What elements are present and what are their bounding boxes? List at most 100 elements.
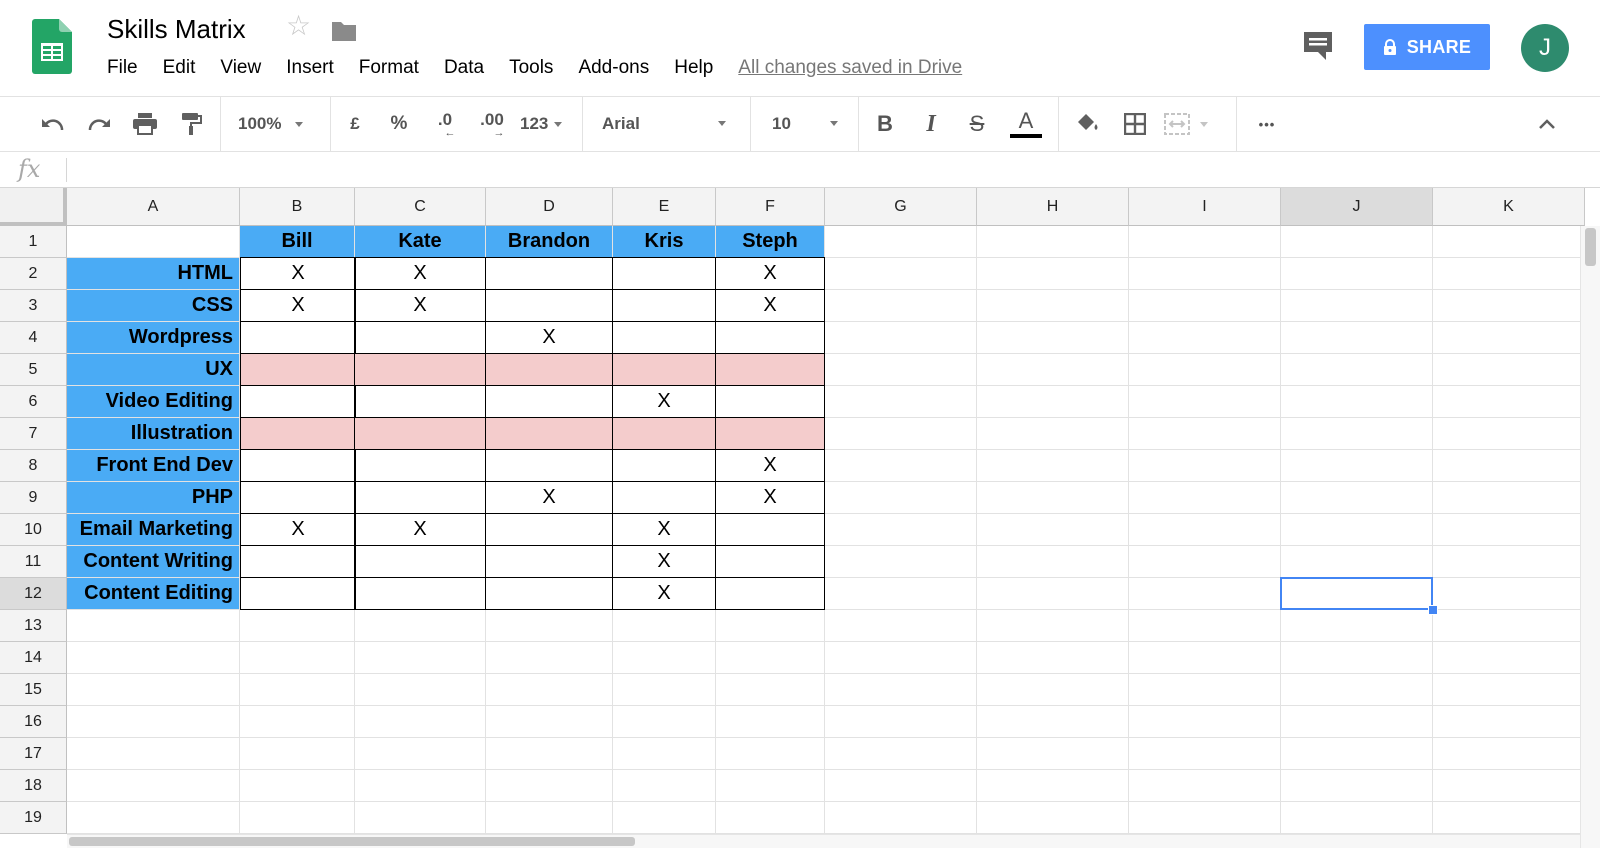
skill-mark-cell[interactable] <box>485 449 613 482</box>
print-icon[interactable] <box>128 97 162 151</box>
select-all-corner[interactable] <box>0 188 67 226</box>
skill-mark-cell[interactable]: X <box>240 513 356 546</box>
menu-file[interactable]: File <box>107 57 138 79</box>
skill-mark-cell[interactable] <box>485 577 613 610</box>
person-header-cell[interactable]: Kate <box>355 226 486 258</box>
skill-mark-cell[interactable]: X <box>715 481 825 514</box>
folder-icon[interactable] <box>331 20 357 42</box>
column-header-d[interactable]: D <box>486 188 613 226</box>
row-header-15[interactable]: 15 <box>0 674 67 706</box>
skill-mark-cell[interactable]: X <box>354 257 486 290</box>
share-button[interactable]: SHARE <box>1364 24 1490 70</box>
skill-label-cell[interactable]: Front End Dev <box>67 450 240 482</box>
text-color-button[interactable]: A <box>1008 97 1044 151</box>
skill-mark-cell[interactable] <box>240 577 356 610</box>
skill-mark-cell[interactable]: X <box>715 449 825 482</box>
undo-icon[interactable] <box>36 97 70 151</box>
vertical-scrollbar[interactable] <box>1580 226 1600 848</box>
skill-label-cell[interactable]: UX <box>67 354 240 386</box>
account-avatar[interactable]: J <box>1521 24 1569 72</box>
more-formats-select[interactable]: 123 <box>520 97 572 151</box>
strikethrough-button[interactable]: S <box>962 97 992 151</box>
row-header-17[interactable]: 17 <box>0 738 67 770</box>
skill-mark-cell[interactable]: X <box>612 513 716 546</box>
skill-label-cell[interactable]: Wordpress <box>67 322 240 354</box>
menu-help[interactable]: Help <box>674 57 713 79</box>
skill-mark-cell[interactable] <box>240 545 356 578</box>
column-header-c[interactable]: C <box>355 188 486 226</box>
more-tools-button[interactable]: ••• <box>1250 97 1284 151</box>
skill-mark-cell[interactable] <box>354 321 486 354</box>
skill-mark-cell[interactable] <box>354 417 486 450</box>
skill-mark-cell[interactable] <box>715 321 825 354</box>
skill-mark-cell[interactable]: X <box>485 481 613 514</box>
skill-mark-cell[interactable]: X <box>612 385 716 418</box>
row-header-9[interactable]: 9 <box>0 482 67 514</box>
row-header-3[interactable]: 3 <box>0 290 67 322</box>
menu-add-ons[interactable]: Add-ons <box>578 57 649 79</box>
skill-label-cell[interactable]: CSS <box>67 290 240 322</box>
row-header-8[interactable]: 8 <box>0 450 67 482</box>
currency-format-button[interactable]: £ <box>340 97 370 151</box>
menu-format[interactable]: Format <box>359 57 419 79</box>
skill-mark-cell[interactable] <box>354 353 486 386</box>
person-header-cell[interactable]: Brandon <box>486 226 613 258</box>
row-header-11[interactable]: 11 <box>0 546 67 578</box>
skill-mark-cell[interactable] <box>240 385 356 418</box>
column-header-i[interactable]: I <box>1129 188 1281 226</box>
skill-mark-cell[interactable] <box>485 513 613 546</box>
italic-button[interactable]: I <box>916 97 946 151</box>
person-header-cell[interactable]: Bill <box>240 226 355 258</box>
menu-tools[interactable]: Tools <box>509 57 553 79</box>
document-title[interactable]: Skills Matrix <box>107 14 246 45</box>
skill-mark-cell[interactable]: X <box>715 257 825 290</box>
row-header-10[interactable]: 10 <box>0 514 67 546</box>
decrease-decimal-button[interactable]: .0 ← <box>430 97 460 151</box>
skill-label-cell[interactable]: Email Marketing <box>67 514 240 546</box>
skill-mark-cell[interactable] <box>715 353 825 386</box>
column-header-a[interactable]: A <box>67 188 240 226</box>
skill-label-cell[interactable]: Illustration <box>67 418 240 450</box>
bold-button[interactable]: B <box>870 97 900 151</box>
skill-mark-cell[interactable] <box>485 417 613 450</box>
vertical-scroll-thumb[interactable] <box>1585 228 1596 266</box>
skill-mark-cell[interactable] <box>485 385 613 418</box>
skill-mark-cell[interactable] <box>612 481 716 514</box>
borders-icon[interactable] <box>1118 97 1152 151</box>
column-header-e[interactable]: E <box>613 188 716 226</box>
row-header-13[interactable]: 13 <box>0 610 67 642</box>
skill-mark-cell[interactable] <box>715 417 825 450</box>
comments-icon[interactable] <box>1302 30 1334 62</box>
menu-view[interactable]: View <box>220 57 261 79</box>
skill-mark-cell[interactable] <box>240 321 356 354</box>
zoom-select[interactable]: 100% <box>238 97 318 151</box>
skill-label-cell[interactable]: Video Editing <box>67 386 240 418</box>
font-size-select[interactable]: 10 <box>772 97 844 151</box>
collapse-chevron-icon[interactable] <box>1530 97 1564 151</box>
font-family-select[interactable]: Arial <box>602 97 732 151</box>
skill-mark-cell[interactable] <box>354 481 486 514</box>
increase-decimal-button[interactable]: .00 → <box>474 97 510 151</box>
row-header-1[interactable]: 1 <box>0 226 67 258</box>
skill-mark-cell[interactable] <box>612 257 716 290</box>
column-header-f[interactable]: F <box>716 188 825 226</box>
fill-handle[interactable] <box>1428 605 1438 615</box>
skill-mark-cell[interactable] <box>715 545 825 578</box>
horizontal-scrollbar[interactable] <box>67 834 1580 848</box>
skill-mark-cell[interactable] <box>715 385 825 418</box>
formula-input[interactable] <box>76 152 1576 186</box>
skill-mark-cell[interactable]: X <box>240 289 356 322</box>
star-icon[interactable]: ☆ <box>286 12 311 40</box>
person-header-cell[interactable]: Kris <box>613 226 716 258</box>
save-status-link[interactable]: All changes saved in Drive <box>738 57 962 79</box>
sheets-logo-icon[interactable] <box>32 19 72 74</box>
row-header-19[interactable]: 19 <box>0 802 67 834</box>
skill-mark-cell[interactable]: X <box>612 545 716 578</box>
skill-mark-cell[interactable] <box>485 353 613 386</box>
menu-insert[interactable]: Insert <box>286 57 334 79</box>
skill-mark-cell[interactable] <box>354 449 486 482</box>
column-header-g[interactable]: G <box>825 188 977 226</box>
skill-mark-cell[interactable]: X <box>715 289 825 322</box>
skill-mark-cell[interactable]: X <box>612 577 716 610</box>
selected-cell[interactable] <box>1280 577 1433 610</box>
